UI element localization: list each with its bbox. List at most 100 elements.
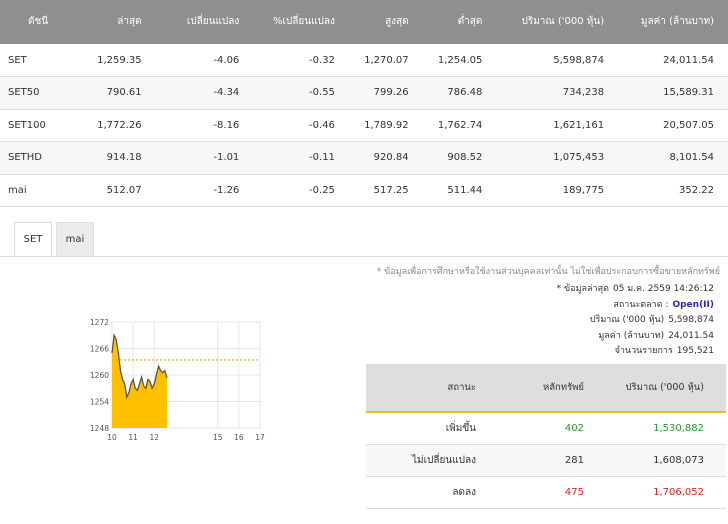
info-value-label: มูลค่า (ล้านบาท) (598, 330, 665, 341)
x-tick-label: 11 (128, 433, 138, 442)
market-tabs: SET mai (14, 222, 94, 256)
breadth-row: เพิ่มขึ้น 402 1,530,882 (366, 412, 726, 445)
breadth-status: เพิ่มขึ้น (366, 412, 476, 445)
index-high: 920.84 (348, 141, 423, 175)
info-trades-value: 195,521 (676, 346, 714, 356)
disclaimer-note: * ข้อมูลเพื่อการศึกษาหรือใช้งานส่วนบุคคล… (376, 267, 720, 277)
market-info: * ข้อมูลล่าสุด 05 ม.ค. 2559 14:26:12 สถาน… (557, 282, 714, 360)
index-value: 15,589.31 (618, 76, 728, 110)
breadth-table: สถานะ หลักทรัพย์ ปริมาณ ('000 หุ้น) เพิ่… (366, 364, 726, 509)
breadth-status: ไม่เปลี่ยนแปลง (366, 444, 476, 477)
index-low: 1,254.05 (422, 44, 497, 77)
index-change: -1.26 (169, 174, 254, 207)
index-change: -4.06 (169, 44, 254, 77)
col-header-securities: หลักทรัพย์ (476, 364, 596, 413)
index-low: 511.44 (422, 174, 497, 207)
index-value: 20,507.05 (618, 109, 728, 142)
info-volume-value: 5,598,874 (668, 315, 714, 325)
index-table: ดัชนี ล่าสุด เปลี่ยนแปลง %เปลี่ยนแปลง สู… (0, 0, 728, 207)
info-status-label: สถานะตลาด : (613, 299, 669, 310)
index-high: 799.26 (348, 76, 423, 110)
index-low: 908.52 (422, 141, 497, 175)
index-last: 1,259.35 (78, 44, 170, 77)
info-updated-row: * ข้อมูลล่าสุด 05 ม.ค. 2559 14:26:12 (557, 282, 714, 298)
breadth-volume: 1,608,073 (596, 444, 726, 477)
index-low: 1,762.74 (422, 109, 497, 142)
y-tick-label: 1260 (90, 371, 109, 380)
col-header-last: ล่าสุด (78, 0, 170, 44)
index-volume: 1,075,453 (496, 141, 619, 175)
index-name[interactable]: SET100 (0, 109, 79, 142)
index-volume: 5,598,874 (496, 44, 619, 77)
y-tick-label: 1254 (90, 398, 109, 407)
x-tick-label: 12 (150, 433, 160, 442)
index-name[interactable]: SET50 (0, 76, 79, 110)
y-tick-label: 1248 (90, 424, 109, 433)
tab-divider (0, 256, 728, 257)
col-header-change: เปลี่ยนแปลง (169, 0, 254, 44)
index-change: -4.34 (169, 76, 254, 110)
tab-set[interactable]: SET (14, 222, 52, 256)
y-tick-label: 1272 (90, 318, 109, 327)
x-tick-label: 10 (107, 433, 117, 442)
breadth-count: 281 (476, 444, 596, 477)
col-header-status: สถานะ (366, 364, 476, 413)
index-pct-change: -0.25 (253, 174, 349, 207)
index-last: 1,772.26 (78, 109, 170, 142)
col-header-volume: ปริมาณ ('000 หุ้น) (496, 0, 619, 44)
index-high: 1,270.07 (348, 44, 423, 77)
intraday-chart: 1248 1254 1260 1266 1272 10 11 12 15 16 17 (90, 318, 265, 442)
breadth-count: 402 (476, 412, 596, 445)
index-volume: 1,621,161 (496, 109, 619, 142)
x-tick-label: 16 (234, 433, 244, 442)
index-last: 914.18 (78, 141, 170, 175)
index-pct-change: -0.46 (253, 109, 349, 142)
index-pct-change: -0.55 (253, 76, 349, 110)
col-header-low: ต่ำสุด (422, 0, 497, 44)
info-volume-row: ปริมาณ ('000 หุ้น) 5,598,874 (557, 313, 714, 329)
breadth-row: ลดลง 475 1,706,052 (366, 476, 726, 509)
info-updated-label: * ข้อมูลล่าสุด (556, 284, 609, 294)
table-row: SET100 1,772.26 -8.16 -0.46 1,789.92 1,762.74… (0, 109, 728, 142)
index-value: 24,011.54 (618, 44, 728, 77)
index-volume: 734,238 (496, 76, 619, 110)
info-volume-label: ปริมาณ ('000 หุ้น) (589, 315, 665, 325)
info-value-value: 24,011.54 (668, 330, 714, 341)
info-status-row: สถานะตลาด : Open(II) (557, 298, 714, 314)
col-header-high: สูงสุด (348, 0, 423, 44)
index-last: 790.61 (78, 76, 170, 110)
breadth-volume: 1,706,052 (596, 476, 726, 509)
breadth-count: 475 (476, 476, 596, 509)
breadth-status: ลดลง (366, 476, 476, 509)
index-name[interactable]: SETHD (0, 141, 79, 175)
x-tick-label: 15 (213, 433, 223, 442)
market-status-value: Open(II) (672, 299, 714, 310)
index-high: 1,789.92 (348, 109, 423, 142)
index-table-header: ดัชนี ล่าสุด เปลี่ยนแปลง %เปลี่ยนแปลง สู… (0, 0, 728, 44)
table-row: mai 512.07 -1.26 -0.25 517.25 511.44 189,775 35… (0, 174, 728, 207)
index-value: 352.22 (618, 174, 728, 207)
col-header-pct-change: %เปลี่ยนแปลง (253, 0, 349, 44)
index-last: 512.07 (78, 174, 170, 207)
x-tick-label: 17 (255, 433, 265, 442)
table-row: SET50 790.61 -4.34 -0.55 799.26 786.48 734,238… (0, 76, 728, 110)
index-low: 786.48 (422, 76, 497, 110)
index-value: 8,101.54 (618, 141, 728, 175)
breadth-volume: 1,530,882 (596, 412, 726, 445)
info-trades-label: จำนวนรายการ (614, 346, 673, 356)
col-header-breadth-volume: ปริมาณ ('000 หุ้น) (596, 364, 726, 413)
index-volume: 189,775 (496, 174, 619, 207)
breadth-table-header: สถานะ หลักทรัพย์ ปริมาณ ('000 หุ้น) (366, 364, 726, 413)
index-change: -1.01 (169, 141, 254, 175)
index-name: mai (0, 174, 79, 207)
index-high: 517.25 (348, 174, 423, 207)
index-pct-change: -0.11 (253, 141, 349, 175)
col-header-value: มูลค่า (ล้านบาท) (618, 0, 728, 44)
index-change: -8.16 (169, 109, 254, 142)
tab-mai[interactable]: mai (56, 222, 94, 256)
info-updated-value: 05 ม.ค. 2559 14:26:12 (612, 284, 714, 294)
info-trades-row: จำนวนรายการ 195,521 (557, 344, 714, 360)
table-row: SETHD 914.18 -1.01 -0.11 920.84 908.52 1,075,4… (0, 141, 728, 175)
index-name: SET (0, 44, 79, 77)
y-tick-label: 1266 (90, 345, 109, 354)
